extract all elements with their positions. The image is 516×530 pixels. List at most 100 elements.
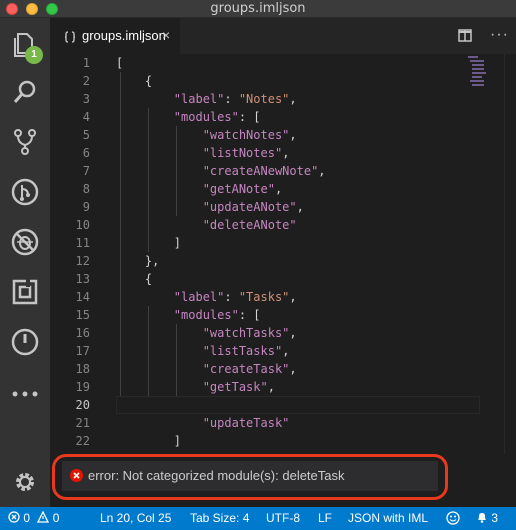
line-number: 12: [75, 254, 90, 268]
code-line[interactable]: 6 "listNotes",: [50, 144, 516, 162]
code-line[interactable]: 4 "modules": [: [50, 108, 516, 126]
line-number: 8: [82, 182, 90, 196]
code-text: ]: [116, 234, 181, 252]
punctuation: ,: [289, 128, 297, 142]
gear-icon[interactable]: [12, 469, 38, 500]
code-text: {: [116, 72, 152, 90]
code-line[interactable]: 7 "createANewNote",: [50, 162, 516, 180]
punctuation: ,: [289, 362, 297, 376]
power-button[interactable]: [0, 320, 50, 364]
code-text: "label": "Notes",: [116, 90, 297, 108]
code-line[interactable]: 21 "updateTask": [50, 414, 516, 432]
code-content: {: [116, 74, 153, 88]
code-line[interactable]: 10 "deleteANote": [50, 216, 516, 234]
json-string: "listNotes": [202, 146, 283, 160]
line-number: 21: [75, 416, 90, 430]
encoding[interactable]: UTF-8: [266, 511, 300, 525]
line-number: 1: [82, 56, 90, 70]
debug-button[interactable]: [0, 220, 50, 264]
line-number: 22: [75, 434, 90, 448]
tab-groups-imljson[interactable]: groups.imljson ×: [50, 18, 180, 54]
punctuation: ,: [282, 146, 290, 160]
line-number: 15: [75, 308, 90, 322]
code-line[interactable]: 8 "getANote",: [50, 180, 516, 198]
tab-size[interactable]: Tab Size: 4: [190, 511, 249, 525]
git-button[interactable]: [0, 170, 50, 214]
search-button[interactable]: [0, 70, 50, 114]
code-line[interactable]: 9 "updateANote",: [50, 198, 516, 216]
tab-bar: groups.imljson × ···: [50, 18, 516, 54]
code-text: "createANewNote",: [116, 162, 326, 180]
code-content: },: [116, 254, 160, 268]
json-string: "getANote": [202, 182, 275, 196]
error-highlight-ring: [52, 454, 448, 500]
code-text: "watchTasks",: [116, 324, 297, 342]
code-text: "watchNotes",: [116, 126, 297, 144]
error-status-icon: [8, 511, 20, 523]
json-string: "updateANote": [202, 200, 297, 214]
code-text: "getTask",: [116, 378, 275, 396]
code-editor[interactable]: 1[2 {3 "label": "Notes", 4 "modules": [5 …: [50, 54, 516, 454]
code-content: ]: [116, 236, 182, 250]
notifications-indicator[interactable]: 3: [476, 511, 498, 525]
code-line[interactable]: 19 "getTask",: [50, 378, 516, 396]
code-text: "updateTask": [116, 414, 290, 432]
tab-label: groups.imljson: [82, 28, 166, 43]
code-line[interactable]: 3 "label": "Notes",: [50, 90, 516, 108]
line-number: 17: [75, 344, 90, 358]
power-icon: [11, 328, 39, 356]
punctuation: ,: [282, 344, 290, 358]
activity-bar: 1: [0, 18, 50, 507]
code-line[interactable]: 20: [50, 396, 516, 414]
code-text: "createTask",: [116, 360, 297, 378]
language-mode[interactable]: JSON with IML: [348, 511, 428, 525]
code-line[interactable]: 13 {: [50, 270, 516, 288]
code-text: "label": "Tasks",: [116, 288, 297, 306]
source-control-button[interactable]: [0, 120, 50, 164]
code-line[interactable]: 18 "createTask",: [50, 360, 516, 378]
cursor-position[interactable]: Ln 20, Col 25: [100, 511, 171, 525]
line-ending[interactable]: LF: [318, 511, 332, 525]
code-line[interactable]: 2 {: [50, 72, 516, 90]
code-line[interactable]: 5 "watchNotes",: [50, 126, 516, 144]
punctuation: ,: [296, 200, 304, 214]
code-line[interactable]: 17 "listTasks",: [50, 342, 516, 360]
code-line[interactable]: 1[: [50, 54, 516, 72]
json-key: "label": [173, 290, 225, 304]
feedback-icon[interactable]: [446, 511, 460, 528]
code-line[interactable]: 14 "label": "Tasks",: [50, 288, 516, 306]
punctuation: ,: [274, 182, 283, 196]
line-number: 10: [75, 218, 90, 232]
problems-indicator[interactable]: 0 0: [8, 510, 59, 525]
source-control-icon: [14, 129, 36, 155]
title-bar: groups.imljson: [0, 0, 516, 18]
split-editor-icon[interactable]: [458, 29, 472, 47]
extensions-button[interactable]: [0, 270, 50, 314]
explorer-button[interactable]: 1: [0, 22, 50, 66]
punctuation: ,: [267, 380, 275, 394]
code-line[interactable]: 16 "watchTasks",: [50, 324, 516, 342]
code-line[interactable]: 15 "modules": [: [50, 306, 516, 324]
line-number: 7: [82, 164, 90, 178]
warning-status-icon: [37, 510, 50, 523]
explorer-badge: 1: [25, 46, 43, 64]
json-value: "Tasks": [238, 290, 290, 304]
json-key: "modules": [173, 308, 239, 322]
line-number: 13: [75, 272, 90, 286]
code-text: "deleteANote": [116, 216, 297, 234]
code-text: "getANote",: [116, 180, 282, 198]
more-actions-icon[interactable]: ···: [490, 26, 509, 44]
code-line[interactable]: 11 ]: [50, 234, 516, 252]
more-button[interactable]: [0, 372, 50, 416]
code-line[interactable]: 22 ]: [50, 432, 516, 450]
line-number: 19: [75, 380, 90, 394]
punctuation: ,: [289, 92, 297, 106]
json-value: "Notes": [238, 92, 290, 106]
code-text: ]: [116, 432, 181, 450]
code-line[interactable]: 12 },: [50, 252, 516, 270]
tab-close-button[interactable]: ×: [162, 27, 170, 43]
